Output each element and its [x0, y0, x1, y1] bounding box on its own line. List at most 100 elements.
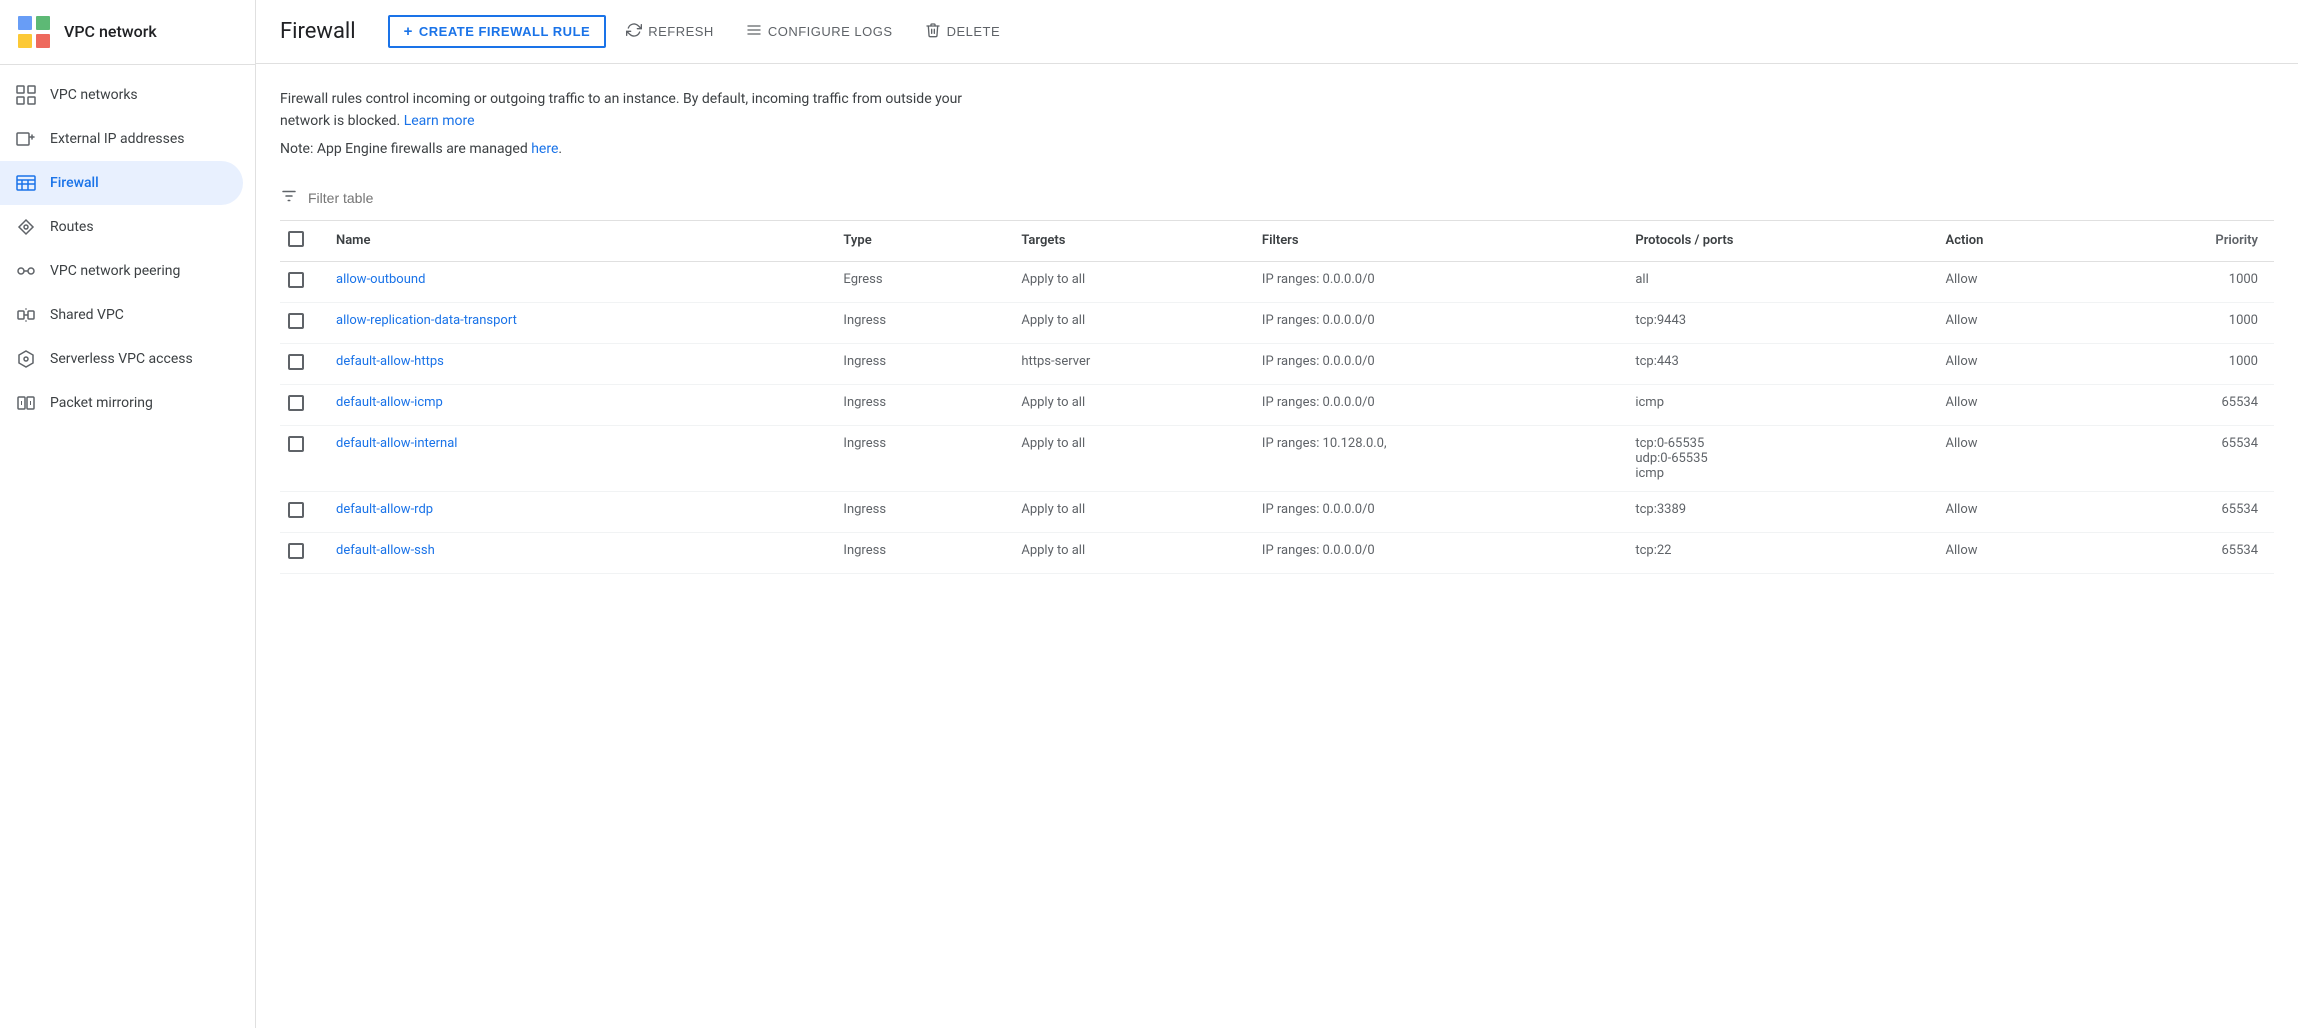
sidebar-item-label-vpc-peering: VPC network peering [50, 263, 180, 279]
row-checkbox-cell-0[interactable] [280, 261, 320, 302]
row-filters-0: IP ranges: 0.0.0.0/0 [1246, 261, 1619, 302]
row-filters-4: IP ranges: 10.128.0.0, [1246, 425, 1619, 491]
row-type-0: Egress [827, 261, 1005, 302]
select-all-header[interactable] [280, 221, 320, 262]
sidebar-item-packet-mirroring[interactable]: Packet mirroring [0, 381, 243, 425]
row-priority-3: 65534 [2096, 384, 2274, 425]
row-name-3[interactable]: default-allow-icmp [320, 384, 827, 425]
table-header-row: Name Type Targets Filters Protocols / po… [280, 221, 2274, 262]
row-checkbox-cell-4[interactable] [280, 425, 320, 491]
sidebar-header: VPC network [0, 0, 255, 65]
row-name-0[interactable]: allow-outbound [320, 261, 827, 302]
row-proto-3: icmp [1619, 384, 1929, 425]
row-checkbox-4[interactable] [288, 436, 304, 452]
create-firewall-rule-button[interactable]: + CREATE FIREWALL RULE [388, 15, 607, 48]
row-proto-5: tcp:3389 [1619, 491, 1929, 532]
row-priority-4: 65534 [2096, 425, 2274, 491]
row-proto-6: tcp:22 [1619, 532, 1929, 573]
row-checkbox-0[interactable] [288, 272, 304, 288]
configure-logs-label: CONFIGURE LOGS [768, 24, 893, 39]
page-title: Firewall [280, 19, 356, 44]
row-proto-0: all [1619, 261, 1929, 302]
sidebar-nav: VPC networks External IP addresses [0, 65, 255, 433]
external-ip-icon [16, 129, 36, 149]
row-checkbox-cell-3[interactable] [280, 384, 320, 425]
row-name-2[interactable]: default-allow-https [320, 343, 827, 384]
table-row: default-allow-rdp Ingress Apply to all I… [280, 491, 2274, 532]
row-checkbox-cell-1[interactable] [280, 302, 320, 343]
row-name-link-0[interactable]: allow-outbound [336, 272, 425, 287]
row-targets-4: Apply to all [1005, 425, 1246, 491]
packet-mirroring-icon [16, 393, 36, 413]
row-action-3: Allow [1930, 384, 2096, 425]
sidebar-item-serverless-vpc[interactable]: Serverless VPC access [0, 337, 243, 381]
firewall-table-body: allow-outbound Egress Apply to all IP ra… [280, 261, 2274, 573]
sidebar-item-label-firewall: Firewall [50, 175, 99, 191]
delete-button[interactable]: DELETE [913, 16, 1013, 47]
description-content: Firewall rules control incoming or outgo… [280, 91, 962, 129]
row-checkbox-cell-5[interactable] [280, 491, 320, 532]
topbar: Firewall + CREATE FIREWALL RULE REFRESH [256, 0, 2298, 64]
table-row: default-allow-https Ingress https-server… [280, 343, 2274, 384]
row-priority-0: 1000 [2096, 261, 2274, 302]
row-proto-4: tcp:0-65535 udp:0-65535 icmp [1619, 425, 1929, 491]
sidebar-item-routes[interactable]: Routes [0, 205, 243, 249]
sidebar-item-label-serverless-vpc: Serverless VPC access [50, 351, 193, 367]
row-priority-5: 65534 [2096, 491, 2274, 532]
sidebar-item-label-routes: Routes [50, 219, 94, 235]
row-name-1[interactable]: allow-replication-data-transport [320, 302, 827, 343]
app-title: VPC network [64, 22, 157, 43]
row-name-link-1[interactable]: allow-replication-data-transport [336, 313, 517, 328]
create-firewall-label: CREATE FIREWALL RULE [419, 24, 590, 39]
row-name-link-3[interactable]: default-allow-icmp [336, 395, 443, 410]
row-filters-1: IP ranges: 0.0.0.0/0 [1246, 302, 1619, 343]
row-targets-6: Apply to all [1005, 532, 1246, 573]
row-name-link-4[interactable]: default-allow-internal [336, 436, 457, 451]
here-link[interactable]: here [531, 141, 558, 157]
row-checkbox-3[interactable] [288, 395, 304, 411]
row-action-1: Allow [1930, 302, 2096, 343]
row-action-5: Allow [1930, 491, 2096, 532]
select-all-checkbox[interactable] [288, 231, 304, 247]
row-name-link-5[interactable]: default-allow-rdp [336, 502, 433, 517]
row-checkbox-cell-2[interactable] [280, 343, 320, 384]
row-filters-2: IP ranges: 0.0.0.0/0 [1246, 343, 1619, 384]
col-header-filters: Filters [1246, 221, 1619, 262]
row-name-link-2[interactable]: default-allow-https [336, 354, 444, 369]
row-checkbox-6[interactable] [288, 543, 304, 559]
row-name-4[interactable]: default-allow-internal [320, 425, 827, 491]
sidebar-item-vpc-peering[interactable]: VPC network peering [0, 249, 243, 293]
sidebar-item-shared-vpc[interactable]: Shared VPC [0, 293, 243, 337]
note-prefix: Note: App Engine firewalls are managed [280, 141, 531, 157]
note-text: Note: App Engine firewalls are managed h… [280, 141, 2274, 157]
configure-logs-button[interactable]: CONFIGURE LOGS [734, 16, 905, 47]
sidebar-item-firewall[interactable]: Firewall [0, 161, 243, 205]
sidebar-item-external-ip[interactable]: External IP addresses [0, 117, 243, 161]
filter-input[interactable] [308, 190, 2274, 206]
row-checkbox-5[interactable] [288, 502, 304, 518]
filter-bar [280, 177, 2274, 221]
row-name-5[interactable]: default-allow-rdp [320, 491, 827, 532]
refresh-button[interactable]: REFRESH [614, 16, 726, 47]
row-type-6: Ingress [827, 532, 1005, 573]
app-logo [16, 14, 52, 50]
table-row: default-allow-ssh Ingress Apply to all I… [280, 532, 2274, 573]
row-checkbox-cell-6[interactable] [280, 532, 320, 573]
row-action-4: Allow [1930, 425, 2096, 491]
row-type-4: Ingress [827, 425, 1005, 491]
routes-icon [16, 217, 36, 237]
create-firewall-plus-icon: + [404, 23, 413, 40]
sidebar-item-vpc-networks[interactable]: VPC networks [0, 73, 243, 117]
table-row: allow-outbound Egress Apply to all IP ra… [280, 261, 2274, 302]
learn-more-link[interactable]: Learn more [404, 113, 475, 129]
row-checkbox-1[interactable] [288, 313, 304, 329]
row-name-6[interactable]: default-allow-ssh [320, 532, 827, 573]
description-text: Firewall rules control incoming or outgo… [280, 88, 1000, 133]
sidebar: VPC network VPC networks Ex [0, 0, 256, 1028]
row-name-link-6[interactable]: default-allow-ssh [336, 543, 435, 558]
row-type-5: Ingress [827, 491, 1005, 532]
delete-label: DELETE [947, 24, 1001, 39]
row-checkbox-2[interactable] [288, 354, 304, 370]
row-targets-5: Apply to all [1005, 491, 1246, 532]
col-header-priority: Priority [2096, 221, 2274, 262]
